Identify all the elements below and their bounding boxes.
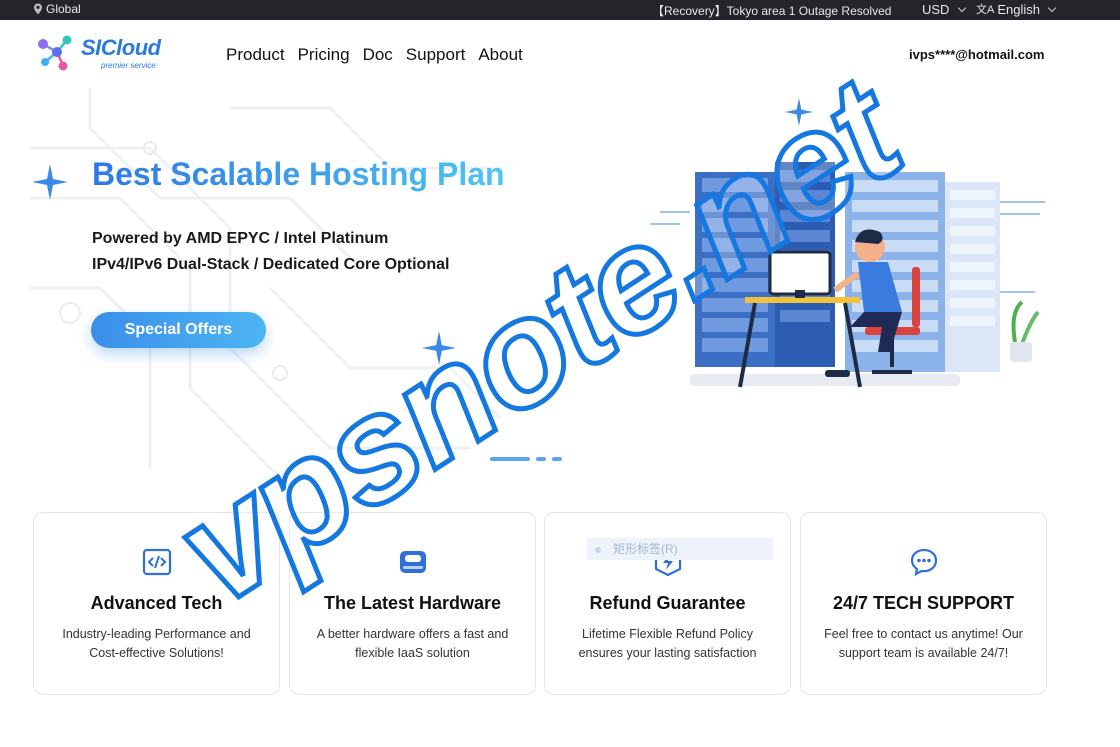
- sparkle-icon: [785, 98, 813, 126]
- hero-banner: Best Scalable Hosting Plan Powered by AM…: [0, 88, 1120, 488]
- server-room-illustration: [650, 162, 1045, 388]
- feature-description: Industry-leading Performance and Cost-ef…: [62, 627, 251, 660]
- language-label: English: [997, 1, 1040, 17]
- chevron-down-icon: [958, 3, 967, 13]
- ghost-label-text: 矩形标签(R): [613, 542, 678, 556]
- main-nav: Product Pricing Doc Support About: [226, 45, 523, 65]
- chevron-down-icon: [1047, 3, 1057, 12]
- hero-title: Best Scalable Hosting Plan: [92, 156, 505, 192]
- special-offers-button[interactable]: Special Offers: [91, 312, 266, 348]
- region-selector[interactable]: Global: [33, 2, 81, 16]
- carousel-dot[interactable]: [552, 457, 562, 461]
- chat-bubble-icon: [910, 548, 937, 577]
- feature-title: The Latest Hardware: [323, 593, 502, 613]
- feature-title: Advanced Tech: [90, 593, 223, 613]
- circuit-background-graphic: [30, 88, 502, 480]
- hard-drive-icon: [399, 551, 426, 573]
- feature-card-latest-hardware: The Latest Hardware A better hardware of…: [289, 512, 536, 695]
- bullet-dot-icon: [595, 546, 601, 553]
- logo-wordmark: SICloud: [81, 35, 161, 60]
- announcement-link[interactable]: 【Recovery】Tokyo area 1 Outage Resolved: [652, 2, 891, 19]
- feature-card-tech-support: 24/7 TECH SUPPORT Feel free to contact u…: [800, 512, 1047, 695]
- feature-description: Feel free to contact us anytime! Our sup…: [824, 627, 1023, 660]
- ghost-tooltip-label: 矩形标签(R): [587, 538, 773, 560]
- sparkle-icon: [32, 164, 68, 200]
- nav-item-pricing[interactable]: Pricing: [298, 45, 350, 65]
- code-icon: [142, 548, 171, 576]
- currency-label: USD: [922, 2, 950, 17]
- nav-item-about[interactable]: About: [478, 45, 522, 65]
- carousel-indicator: [490, 457, 562, 461]
- language-selector[interactable]: 文A English: [976, 1, 1057, 17]
- account-email-link[interactable]: ivps****@hotmail.com: [909, 47, 1045, 62]
- translate-icon: 文A: [976, 4, 995, 16]
- nav-item-doc[interactable]: Doc: [363, 45, 393, 65]
- location-pin-icon: [34, 3, 42, 15]
- hero-subtitle-line2: IPv4/IPv6 Dual-Stack / Dedicated Core Op…: [92, 256, 450, 273]
- logo-molecule-icon: [38, 35, 72, 71]
- region-label: Global: [46, 2, 81, 16]
- top-bar: Global 【Recovery】Tokyo area 1 Outage Res…: [0, 0, 1120, 20]
- site-logo[interactable]: SICloud premier service: [33, 32, 183, 76]
- feature-description: A better hardware offers a fast and flex…: [316, 627, 509, 660]
- nav-item-product[interactable]: Product: [226, 45, 285, 65]
- hero-subtitle-line1: Powered by AMD EPYC / Intel Platinum: [92, 230, 389, 247]
- carousel-dot[interactable]: [536, 457, 546, 461]
- nav-item-support[interactable]: Support: [406, 45, 466, 65]
- feature-title: 24/7 TECH SUPPORT: [832, 593, 1015, 613]
- feature-title: Refund Guarantee: [589, 593, 746, 613]
- logo-tagline: premier service: [101, 61, 156, 70]
- site-header: SICloud premier service Product Pricing …: [0, 20, 1120, 88]
- sparkle-icon: [422, 331, 456, 365]
- feature-card-advanced-tech: Advanced Tech Industry-leading Performan…: [33, 512, 280, 695]
- currency-selector[interactable]: USD: [922, 2, 967, 17]
- carousel-dot-active[interactable]: [490, 457, 530, 461]
- feature-description: Lifetime Flexible Refund Policy ensures …: [578, 627, 757, 660]
